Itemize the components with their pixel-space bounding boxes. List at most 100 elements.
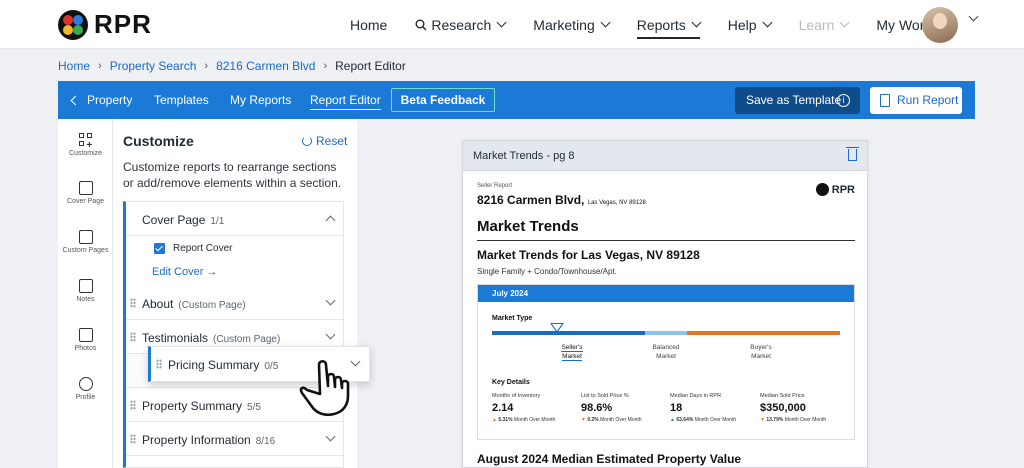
breadcrumb: Home › Property Search › 8216 Carmen Blv…: [58, 59, 406, 73]
metric-list-to-sold: List to Sold Price % 98.6% ▼ 0.2% Month …: [581, 393, 642, 423]
beta-feedback-button[interactable]: Beta Feedback: [391, 88, 495, 112]
profile-icon: [78, 377, 93, 391]
nav-research[interactable]: Research: [415, 0, 507, 49]
breadcrumb-property-search[interactable]: Property Search: [110, 59, 197, 73]
rail-profile[interactable]: Profile: [58, 377, 113, 401]
customize-title: Customize: [123, 133, 194, 149]
grab-hand-cursor-icon: [299, 359, 350, 417]
back-to-property-link[interactable]: Property: [70, 81, 132, 119]
drag-handle-icon[interactable]: [156, 359, 162, 369]
nav-home[interactable]: Home: [350, 0, 387, 49]
chevron-up-icon[interactable]: [325, 215, 336, 226]
nav-help[interactable]: Help: [728, 0, 773, 49]
rail-cover-page[interactable]: Cover Page: [58, 181, 113, 205]
chevron-down-icon[interactable]: [325, 295, 336, 306]
metric-median-days: Median Days in RPR 18 ▲ 63.64% Month Ove…: [670, 393, 737, 423]
key-details-label: Key Details: [492, 379, 530, 386]
market-type-bar: [492, 331, 840, 335]
breadcrumb-home[interactable]: Home: [58, 59, 90, 73]
trend-arrow-icon: ▲: [670, 417, 675, 423]
report-toolbar: Property Templates My Reports Report Edi…: [58, 81, 975, 119]
reset-button[interactable]: Reset: [302, 134, 347, 148]
cover-page-body: Report Cover Edit Cover →: [126, 236, 344, 286]
breadcrumb-property[interactable]: 8216 Carmen Blvd: [216, 59, 315, 73]
save-as-template-button[interactable]: Save as Template i: [735, 87, 860, 114]
property-types-label: Single Family + Condo/Townhouse/Apt.: [477, 267, 617, 276]
breadcrumb-current: Report Editor: [335, 59, 406, 73]
metric-months-inventory: Months of Inventory 2.14 ▲ 5.31% Month O…: [492, 393, 556, 423]
notes-icon: [78, 279, 93, 293]
tab-report-editor[interactable]: Report Editor: [310, 81, 381, 119]
drag-handle-icon[interactable]: [130, 298, 136, 308]
chevron-right-icon: ›: [98, 60, 102, 72]
next-section-title: August 2024 Median Estimated Property Va…: [477, 452, 742, 466]
editor-icon-rail: + Customize Cover Page Custom Pages Note…: [58, 119, 113, 468]
chevron-down-icon: [600, 17, 611, 28]
customize-description: Customize reports to rearrange sections …: [123, 160, 342, 190]
preview-header: Market Trends - pg 8: [463, 141, 867, 171]
report-cover-checkbox[interactable]: [154, 243, 165, 254]
section-property-information[interactable]: Property Information 8/16: [126, 422, 344, 456]
card-month: July 2024: [478, 285, 854, 302]
balanced-market-label: Balanced Market: [652, 344, 680, 360]
rpr-logo-text: RPR: [94, 9, 152, 39]
section-about[interactable]: About (Custom Page): [126, 286, 344, 320]
run-report-button[interactable]: Run Report: [870, 87, 962, 114]
buyers-market-label: Buyer's Market: [750, 344, 772, 360]
section-cover-page[interactable]: Cover Page 1/1: [126, 202, 344, 236]
rpr-logo[interactable]: RPR: [58, 9, 152, 40]
tab-my-reports[interactable]: My Reports: [230, 81, 291, 119]
rail-notes[interactable]: Notes: [58, 279, 113, 303]
chevron-right-icon: ›: [204, 60, 209, 72]
chevron-down-icon: [691, 17, 702, 28]
rail-custom-pages[interactable]: Custom Pages: [58, 230, 113, 254]
drag-handle-icon[interactable]: [130, 400, 136, 410]
search-icon: [415, 19, 427, 30]
reset-icon: [302, 136, 312, 146]
report-type-label: Seller Report: [477, 183, 513, 189]
report-section-title: Market Trends: [477, 218, 855, 241]
chevron-down-icon: [762, 17, 773, 28]
report-page-preview: Market Trends - pg 8 Seller Report 8216 …: [462, 140, 868, 468]
market-type-label: Market Type: [492, 315, 533, 322]
cover-page-icon: [78, 181, 93, 195]
trend-arrow-icon: ▼: [760, 417, 765, 423]
rpr-logo-mark-icon: [58, 9, 88, 40]
rail-customize[interactable]: + Customize: [58, 133, 113, 157]
rail-photos[interactable]: Photos: [58, 328, 113, 352]
trend-arrow-icon: ▼: [581, 417, 586, 423]
market-indicator-icon: [550, 323, 564, 333]
market-type-card: July 2024 Market Type Seller's Market Bal…: [477, 284, 855, 440]
chevron-down-icon: [839, 17, 850, 28]
report-address: 8216 Carmen Blvd, Las Vegas, NV 89128: [477, 193, 646, 207]
photos-icon: [78, 328, 93, 342]
customize-grid-icon: +: [78, 133, 93, 151]
seller-segment: [492, 331, 645, 335]
report-logo: RPR: [815, 183, 855, 196]
custom-pages-icon: [78, 230, 93, 244]
nav-learn[interactable]: Learn: [799, 0, 850, 49]
chevron-down-icon[interactable]: [325, 431, 336, 442]
trash-icon[interactable]: [846, 147, 859, 161]
rpr-logo-mark-icon: [815, 183, 829, 196]
tab-templates[interactable]: Templates: [154, 81, 209, 119]
chevron-left-icon: [70, 95, 81, 106]
drag-handle-icon[interactable]: [130, 332, 136, 342]
chevron-down-icon: [496, 17, 507, 28]
report-cover-label: Report Cover: [173, 243, 233, 254]
report-subtitle: Market Trends for Las Vegas, NV 89128: [477, 248, 700, 262]
document-icon: [880, 94, 890, 107]
buyer-segment: [687, 331, 840, 335]
drag-handle-icon[interactable]: [130, 434, 136, 444]
nav-marketing[interactable]: Marketing: [533, 0, 611, 49]
chevron-down-icon[interactable]: [325, 329, 336, 340]
top-navigation: RPR Home Research Marketing Reports Help…: [0, 0, 1024, 49]
info-icon[interactable]: i: [837, 94, 850, 107]
trend-arrow-icon: ▲: [492, 417, 497, 423]
metric-median-sold-price: Median Sold Price $350,000 ▼ 13.79% Mont…: [760, 393, 827, 423]
user-avatar[interactable]: [922, 7, 958, 43]
edit-cover-link[interactable]: Edit Cover →: [152, 266, 217, 278]
section-list: Cover Page 1/1 Report Cover Edit Cover → …: [123, 201, 344, 468]
balanced-segment: [645, 331, 687, 335]
nav-reports[interactable]: Reports: [636, 0, 702, 49]
